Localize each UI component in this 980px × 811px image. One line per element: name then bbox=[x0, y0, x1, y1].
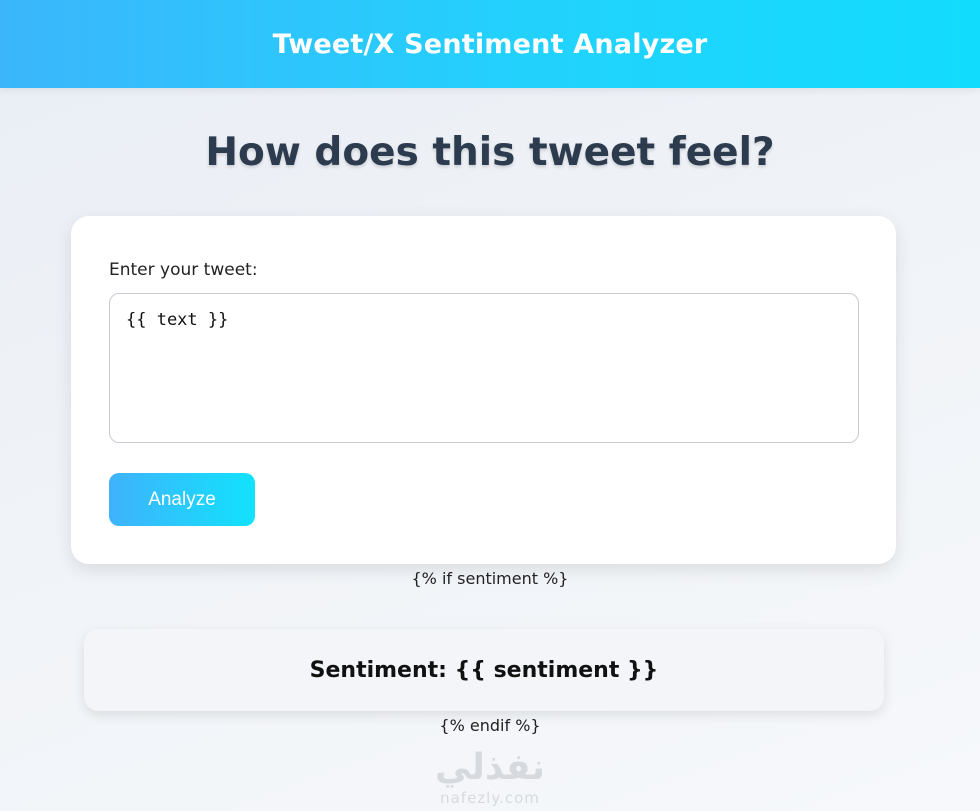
watermark-logo: نفذلي bbox=[434, 747, 546, 788]
watermark: نفذلي nafezly.com bbox=[0, 747, 980, 807]
analyze-button[interactable]: Analyze bbox=[109, 473, 255, 526]
page-heading: How does this tweet feel? bbox=[205, 130, 775, 175]
sentiment-result-card: Sentiment: {{ sentiment }} bbox=[84, 629, 884, 711]
template-endif-text: {% endif %} bbox=[439, 716, 541, 735]
watermark-domain: nafezly.com bbox=[440, 789, 540, 807]
tweet-input[interactable]: {{ text }} bbox=[109, 293, 859, 443]
tweet-form-card: Enter your tweet: {{ text }} Analyze bbox=[71, 216, 896, 564]
app-title: Tweet/X Sentiment Analyzer bbox=[272, 28, 708, 60]
template-if-text: {% if sentiment %} bbox=[411, 569, 569, 588]
tweet-input-label: Enter your tweet: bbox=[109, 260, 258, 280]
app-header: Tweet/X Sentiment Analyzer bbox=[0, 0, 980, 88]
sentiment-result-text: Sentiment: {{ sentiment }} bbox=[309, 657, 659, 683]
